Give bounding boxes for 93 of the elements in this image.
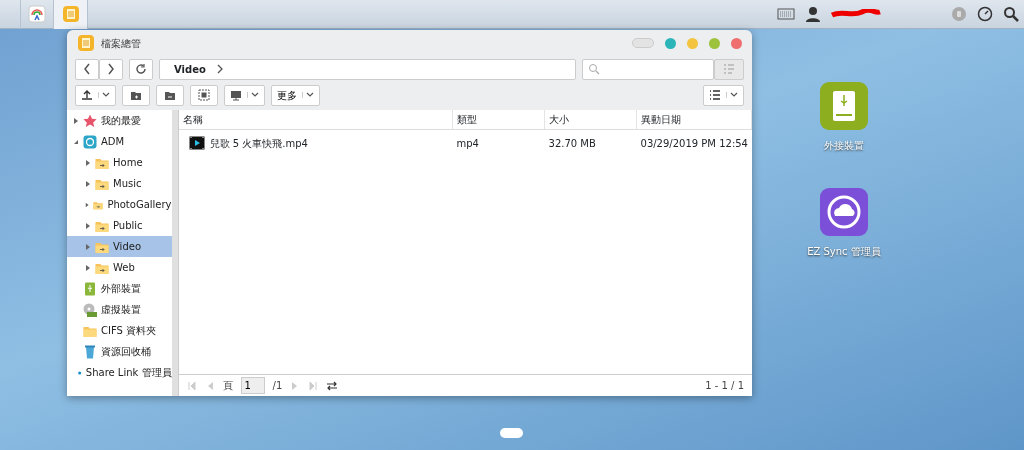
search-icon[interactable] bbox=[1003, 6, 1019, 22]
collapsed-triangle-icon bbox=[85, 180, 91, 187]
usb-drive-icon[interactable] bbox=[820, 82, 868, 130]
swap-arrows-icon[interactable] bbox=[326, 380, 339, 391]
file-size: 32.70 MB bbox=[548, 136, 596, 151]
notepad-icon bbox=[77, 34, 95, 52]
sidebar-item[interactable]: Share Link 管理員 bbox=[67, 362, 172, 383]
file-type: mp4 bbox=[456, 136, 479, 151]
new-folder-button[interactable] bbox=[122, 84, 150, 106]
column-header[interactable]: 異動日期 bbox=[636, 110, 752, 129]
sidebar-item[interactable]: Home bbox=[67, 152, 172, 173]
notepad-icon bbox=[61, 5, 80, 23]
sidebar-item[interactable]: 外部裝置 bbox=[67, 278, 172, 299]
scrollbar[interactable] bbox=[171, 110, 178, 396]
scribble-drawing bbox=[831, 9, 881, 19]
sidebar-item[interactable]: 我的最愛 bbox=[67, 110, 172, 131]
list-view-icon bbox=[709, 90, 721, 100]
refresh-button[interactable] bbox=[129, 58, 153, 80]
caret-down-icon bbox=[98, 92, 110, 98]
chevron-right-icon bbox=[107, 63, 115, 75]
collapsed-triangle-icon bbox=[85, 159, 91, 166]
folder-plus-icon bbox=[130, 89, 142, 101]
caret-down-icon bbox=[726, 92, 738, 98]
page-total: /1 bbox=[272, 379, 283, 393]
select-frame-icon bbox=[198, 89, 210, 101]
minimize-icon[interactable] bbox=[687, 37, 698, 49]
user-icon[interactable] bbox=[805, 6, 821, 22]
collapsed-triangle-icon bbox=[85, 222, 91, 229]
record-range: 1 - 1 / 1 bbox=[705, 379, 744, 393]
caret-down-icon bbox=[247, 92, 259, 98]
breadcrumb-item[interactable]: Video bbox=[174, 61, 206, 77]
usb-drive-icon bbox=[83, 281, 97, 296]
column-header[interactable]: 大小 bbox=[544, 110, 637, 129]
collapsed-triangle-icon bbox=[85, 243, 91, 250]
computer-button[interactable] bbox=[224, 84, 265, 106]
adm-app-icon bbox=[83, 134, 97, 149]
select-all-button[interactable] bbox=[190, 84, 218, 106]
toggle-pill[interactable] bbox=[632, 38, 654, 48]
keyboard-icon[interactable] bbox=[777, 8, 795, 20]
folder-arrow-icon bbox=[164, 89, 176, 101]
star-icon bbox=[83, 113, 97, 128]
collapsed-triangle-icon bbox=[85, 264, 91, 271]
window-title: 檔案總管 bbox=[101, 36, 141, 51]
expanded-triangle-icon bbox=[73, 138, 79, 145]
maximize-icon[interactable] bbox=[709, 37, 720, 49]
first-page-icon[interactable] bbox=[186, 380, 197, 391]
collapsed-triangle-icon bbox=[73, 117, 79, 124]
view-mode-button[interactable] bbox=[703, 84, 744, 106]
taskbar-app[interactable] bbox=[20, 0, 54, 29]
rainbow-logo-icon bbox=[28, 5, 46, 23]
forward-button[interactable] bbox=[99, 58, 123, 80]
recycle-bin-icon bbox=[83, 344, 97, 359]
sidebar-item[interactable]: PhotoGallery bbox=[67, 194, 172, 215]
gauge-icon[interactable] bbox=[977, 6, 993, 22]
search-icon bbox=[588, 63, 600, 75]
last-page-icon[interactable] bbox=[308, 380, 319, 391]
column-header[interactable]: 類型 bbox=[452, 110, 545, 129]
file-row[interactable]: 兒歌 5 火車快飛.mp4 mp4 32.70 MB 03/29/2019 PM 12:54 bbox=[178, 130, 752, 156]
upload-button[interactable] bbox=[75, 84, 116, 106]
caret-down-icon bbox=[302, 92, 314, 98]
taskbar-app[interactable] bbox=[54, 0, 88, 29]
chevron-right-icon bbox=[215, 64, 224, 74]
sidebar-item[interactable]: 資源回收桶 bbox=[67, 341, 172, 362]
sidebar-item[interactable]: ADM bbox=[67, 131, 172, 152]
sidebar-item[interactable]: Public bbox=[67, 215, 172, 236]
breadcrumb-bar[interactable]: Video bbox=[159, 58, 576, 80]
collapsed-triangle-icon bbox=[85, 201, 90, 208]
page-field[interactable]: 1 bbox=[240, 377, 265, 394]
disc-icon bbox=[83, 302, 97, 317]
monitor-icon bbox=[230, 89, 242, 101]
search-field[interactable] bbox=[582, 58, 714, 80]
upload-icon bbox=[81, 90, 93, 100]
column-header[interactable]: 名稱 bbox=[178, 110, 453, 129]
folder-action-button[interactable] bbox=[156, 84, 184, 106]
more-button[interactable]: 更多 bbox=[271, 84, 320, 106]
refresh-icon bbox=[135, 63, 147, 75]
notification-icon[interactable] bbox=[951, 6, 967, 22]
page-label: 頁 bbox=[222, 379, 233, 393]
sidebar-item[interactable]: Music bbox=[67, 173, 172, 194]
list-filter-icon bbox=[723, 64, 735, 74]
video-file-icon bbox=[188, 136, 205, 150]
cloud-sync-icon[interactable] bbox=[820, 188, 868, 236]
dock-handle[interactable] bbox=[500, 428, 523, 438]
file-date: 03/29/2019 PM 12:54 bbox=[640, 136, 748, 151]
close-icon[interactable] bbox=[731, 37, 742, 49]
sidebar-item[interactable]: CIFS 資料夾 bbox=[67, 320, 172, 341]
sidebar-item[interactable]: Web bbox=[67, 257, 172, 278]
file-name: 兒歌 5 火車快飛.mp4 bbox=[209, 136, 308, 151]
back-button[interactable] bbox=[75, 58, 99, 80]
sidebar-item[interactable]: 虛擬裝置 bbox=[67, 299, 172, 320]
chevron-left-icon bbox=[83, 63, 91, 75]
sidebar-item[interactable]: Video bbox=[67, 236, 172, 257]
window-dot-icon[interactable] bbox=[665, 37, 676, 49]
